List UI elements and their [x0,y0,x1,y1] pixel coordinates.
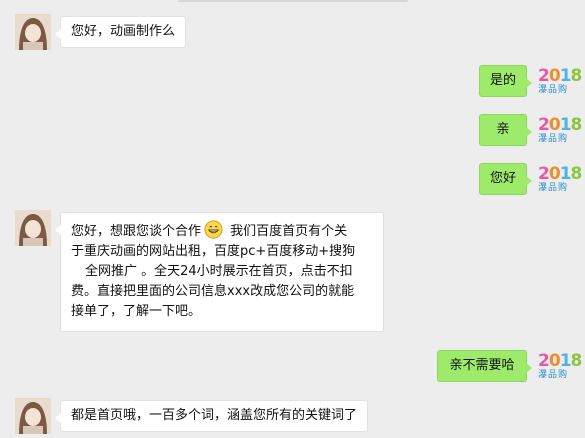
message-text: 费。直接把里面的公司信息xxx改成您公司的就能 [71,284,355,299]
message-text: 于重庆动画的网站出租，百度pc+百度移动+搜狗 [71,244,356,259]
contact-avatar[interactable] [15,210,51,246]
message-text: 是的 [489,73,516,88]
contact-avatar[interactable] [15,398,51,434]
message-text: 您好，动画制作么 [71,24,176,39]
message-text: 我们百度首页有个关 [230,224,348,239]
message-text: 您好，想跟您谈个合作 [71,224,202,239]
user-avatar-logo[interactable]: 2018 瀑品购 [537,116,582,148]
logo-year: 2018 [538,164,582,184]
logo-caption: 瀑品购 [538,85,569,95]
incoming-message-bubble[interactable]: 都是首页哦，一百多个词，涵盖您所有的关键词了 [54,400,369,432]
outgoing-message-bubble[interactable]: 亲 [479,114,532,146]
top-scroll-indicator [178,0,408,2]
outgoing-message-bubble[interactable]: 亲不需要哈 [437,350,532,382]
user-avatar-logo[interactable]: 2018 瀑品购 [537,67,582,99]
incoming-message-bubble[interactable]: 您好，动画制作么 [54,16,187,48]
grinning-face-emoji-icon [204,220,223,239]
logo-caption: 瀑品购 [538,370,569,380]
user-avatar-logo[interactable]: 2018 瀑品购 [537,165,582,197]
logo-year: 2018 [538,115,582,135]
user-avatar-logo[interactable]: 2018 瀑品购 [537,352,582,384]
message-text: 接单了，了解一下吧。 [71,304,202,319]
logo-year: 2018 [538,351,582,371]
message-text: 全网推广 。全天24小时展示在首页，点击不扣 [85,264,353,279]
outgoing-message-bubble[interactable]: 您好 [479,163,532,195]
message-text: 都是首页哦，一百多个词，涵盖您所有的关键词了 [71,408,358,423]
logo-year: 2018 [538,66,582,86]
message-text: 亲不需要哈 [449,358,515,373]
message-text: 您好 [489,171,516,186]
logo-caption: 瀑品购 [538,134,569,144]
contact-avatar[interactable] [15,14,51,50]
message-text: 亲 [496,122,510,137]
message-line: 您好，想跟您谈个合作 我们百度首页有个关 [71,220,373,242]
outgoing-message-bubble[interactable]: 是的 [479,65,532,97]
incoming-message-bubble[interactable]: 您好，想跟您谈个合作 我们百度首页有个关 于重庆动画的网站出租，百度pc+百度移… [55,212,384,332]
logo-caption: 瀑品购 [538,183,569,193]
